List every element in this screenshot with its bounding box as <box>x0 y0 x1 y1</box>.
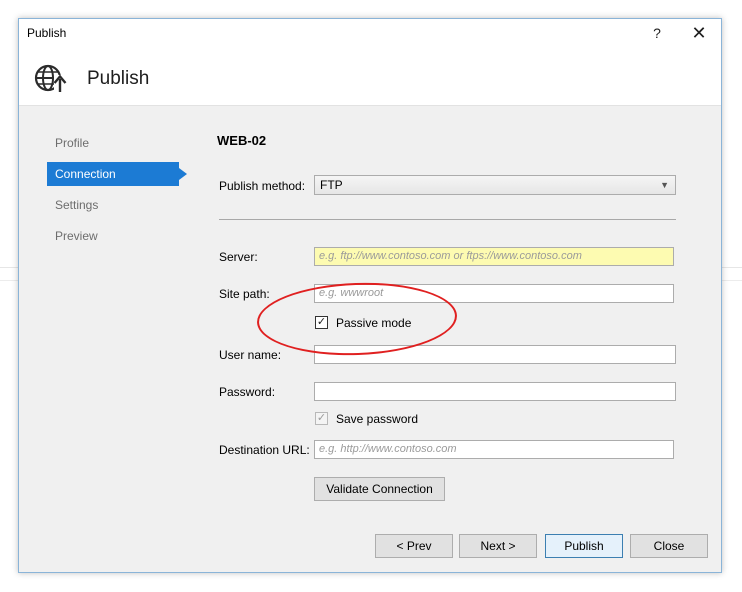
dialog-header: Publish <box>19 48 721 106</box>
help-button[interactable]: ? <box>647 22 667 44</box>
globe-publish-icon <box>34 64 67 93</box>
save-password-label: Save password <box>336 412 419 426</box>
prev-button[interactable]: < Prev <box>375 534 453 558</box>
site-path-input[interactable]: e.g. wwwroot <box>314 284 674 303</box>
next-button[interactable]: Next > <box>459 534 537 558</box>
nav-item-settings[interactable]: Settings <box>47 193 179 217</box>
password-input[interactable] <box>314 382 676 401</box>
wizard-nav: Profile Connection Settings Preview <box>47 131 187 255</box>
password-label: Password: <box>219 385 276 399</box>
user-name-input[interactable] <box>314 345 676 364</box>
server-input[interactable]: e.g. ftp://www.contoso.com or ftps://www… <box>314 247 674 266</box>
publish-method-select[interactable]: FTP ▼ <box>314 175 676 195</box>
publish-method-value: FTP <box>320 178 343 192</box>
window-title: Publish <box>27 26 67 40</box>
nav-item-connection[interactable]: Connection <box>47 162 187 186</box>
publish-method-label: Publish method: <box>219 179 306 193</box>
publish-button[interactable]: Publish <box>545 534 623 558</box>
nav-item-preview[interactable]: Preview <box>47 224 179 248</box>
user-name-label: User name: <box>219 348 282 362</box>
title-bar: Publish ? ✕ <box>19 19 721 48</box>
site-path-label: Site path: <box>219 287 270 301</box>
chevron-down-icon: ▼ <box>660 180 669 190</box>
passive-mode-label: Passive mode <box>336 316 412 330</box>
divider <box>219 219 676 220</box>
close-button[interactable]: Close <box>630 534 708 558</box>
profile-name: WEB-02 <box>217 133 267 148</box>
passive-mode-checkbox[interactable]: ✓ <box>315 316 328 329</box>
validate-connection-button[interactable]: Validate Connection <box>314 477 445 501</box>
nav-item-profile[interactable]: Profile <box>47 131 179 155</box>
destination-url-label: Destination URL: <box>219 443 310 457</box>
header-title: Publish <box>87 68 150 89</box>
server-label: Server: <box>219 250 258 264</box>
publish-dialog: Publish ? ✕ Publish Profile Connection S… <box>18 18 722 573</box>
destination-url-input[interactable]: e.g. http://www.contoso.com <box>314 440 674 459</box>
close-window-button[interactable]: ✕ <box>687 22 711 44</box>
save-password-checkbox[interactable]: ✓ <box>315 412 328 425</box>
